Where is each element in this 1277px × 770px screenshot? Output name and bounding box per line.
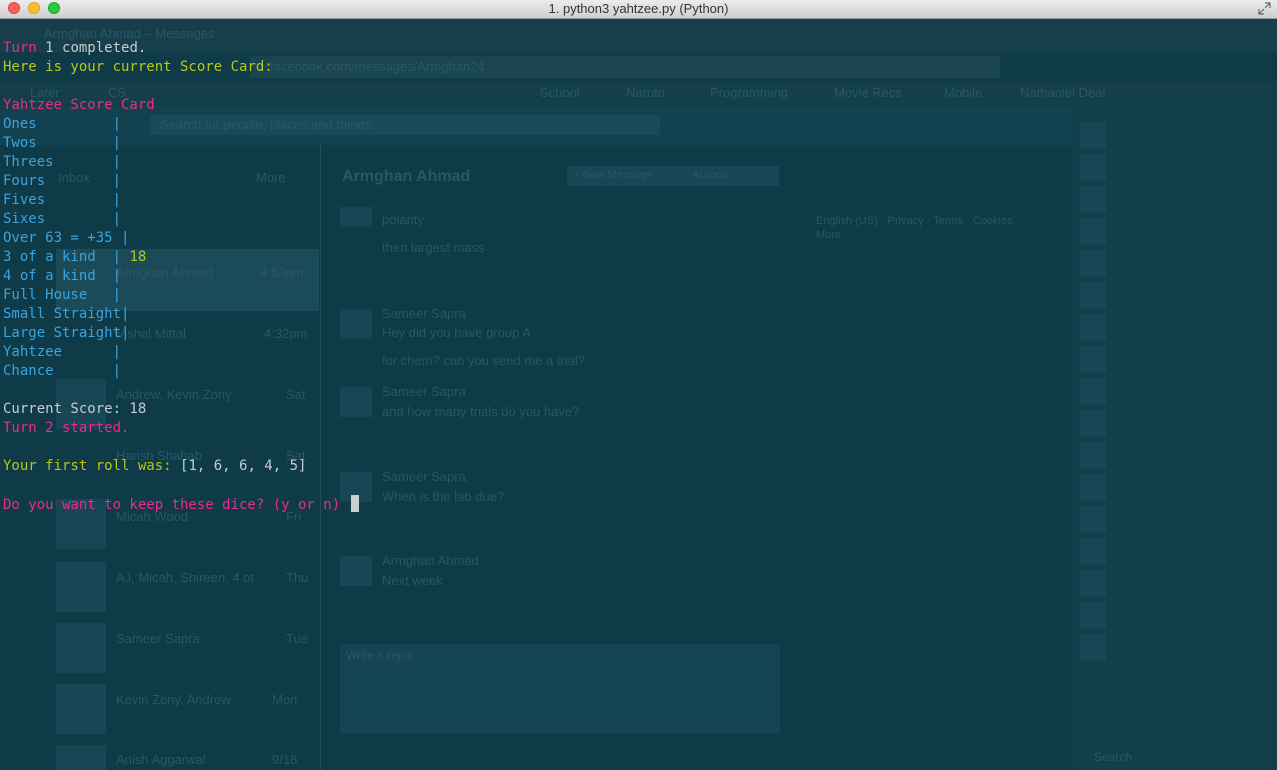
terminal-text: 1 [45,40,54,56]
bg-actions: Actions [692,169,729,181]
terminal-text: 3 of a kind | [3,249,130,265]
bg-message: When is the lab due? [382,489,505,504]
bg-chat-search: Search [1094,750,1133,764]
terminal-line: Do you want to keep these dice? (y or n) [3,495,359,514]
terminal-cursor [350,495,359,512]
bg-thread-time: Mon [272,692,298,707]
bg-thread-name: Sameer Sapra [116,631,200,646]
terminal-line: 3 of a kind | 18 [3,248,359,267]
terminal-text: Full House | [3,287,122,303]
bg-thread-name: AJ, Micah, Shireen, 4 ot [116,570,255,585]
bg-bookmark: Programming [710,85,789,100]
window-titlebar: 1. python3 yahtzee.py (Python) [0,0,1277,19]
terminal-text: Do you want to keep these dice? (y or n) [3,497,349,513]
terminal-text: 18 [129,249,147,265]
terminal-line: Fives | [3,191,359,210]
bg-bookmark: Nathaniel Deal [1020,85,1106,100]
terminal-line: Turn 1 completed. [3,39,359,58]
bg-message-sender: Sameer Sapra [382,469,466,484]
bg-new-message: + New Message [573,169,653,181]
terminal-text: completed. [53,40,147,56]
bg-thread-name: Kevin Zony, Andrew [116,692,231,707]
bg-bookmark: Mobile [944,85,983,100]
bg-conversation-title: Armghan Ahmad [342,168,471,185]
terminal-line: Current Score: 18 [3,400,359,419]
bg-reply-box: Write a reply... [346,648,423,662]
terminal-line: Here is your current Score Card: [3,58,359,77]
terminal-text: Chance | [3,363,122,379]
terminal-text: Small Straight| [3,306,130,322]
terminal-text: Yahtzee | [3,344,122,360]
terminal-line: Your first roll was: [1, 6, 6, 4, 5] [3,457,359,476]
terminal-text: Turn 2 started. [3,420,130,436]
bg-message-sender: Armghan Ahmad [382,553,479,568]
terminal-line: Fours | [3,172,359,191]
terminal-line: Yahtzee Score Card [3,96,359,115]
bg-footer-more: More [816,229,842,241]
terminal-text: [1, 6, 6, 4, 5] [180,458,307,474]
terminal-line: Chance | [3,362,359,381]
bg-footer-links: English (US) · Privacy · Terms · Cookies [816,215,1013,227]
bg-message-sender: Sameer Sapra [382,384,466,399]
bg-bookmark: Movie Recs [834,85,902,100]
terminal-line: Yahtzee | [3,343,359,362]
bg-message: then largest mass [382,240,485,255]
terminal-line: Threes | [3,153,359,172]
bg-message: and how many trials do you have? [382,404,580,419]
bg-message: polarity [382,212,424,227]
terminal-text: 4 of a kind | [3,268,122,284]
terminal-text: Threes | [3,154,122,170]
terminal-line: Ones | [3,115,359,134]
terminal-text: Yahtzee Score Card [3,97,155,113]
terminal-line: Large Straight| [3,324,359,343]
terminal-line: Over 63 = +35 | [3,229,359,248]
fullscreen-icon[interactable] [1258,2,1271,15]
bg-thread-name: Anish Aggarwal [116,752,206,767]
terminal-text: Large Straight| [3,325,130,341]
terminal-text: Twos | [3,135,122,151]
terminal-line: Small Straight| [3,305,359,324]
window-title: 1. python3 yahtzee.py (Python) [548,1,729,16]
terminal-line: 4 of a kind | [3,267,359,286]
terminal-line: Turn 2 started. [3,419,359,438]
bg-message-sender: Sameer Sapra [382,306,466,321]
bg-thread-time: 9/18 [272,752,298,767]
bg-message: Hey did you have group A [382,325,531,340]
terminal-text: Ones | [3,116,122,132]
bg-bookmark: School [540,85,580,100]
terminal-text: Your first roll was: [3,458,181,474]
terminal-text: Here is your current Score Card: [3,59,273,75]
bg-bookmark: Naruto [626,85,666,100]
bg-thread-time: Tue [286,631,308,646]
bg-message: for chem? can you send me a trial? [382,353,586,368]
terminal-text: Current Score: 18 [3,401,147,417]
terminal-line: Sixes | [3,210,359,229]
terminal-line: Full House | [3,286,359,305]
terminal-text: Fours | [3,173,122,189]
bg-thread-time: Thu [286,570,309,585]
terminal-output[interactable]: Turn 1 completed. Here is your current Sc… [3,39,359,514]
terminal-text: Turn [3,40,46,56]
terminal-text: Sixes | [3,211,122,227]
terminal-text: Fives | [3,192,122,208]
terminal-text: Over 63 = +35 | [3,230,130,246]
terminal-line: Twos | [3,134,359,153]
bg-message: Next week [382,573,443,588]
